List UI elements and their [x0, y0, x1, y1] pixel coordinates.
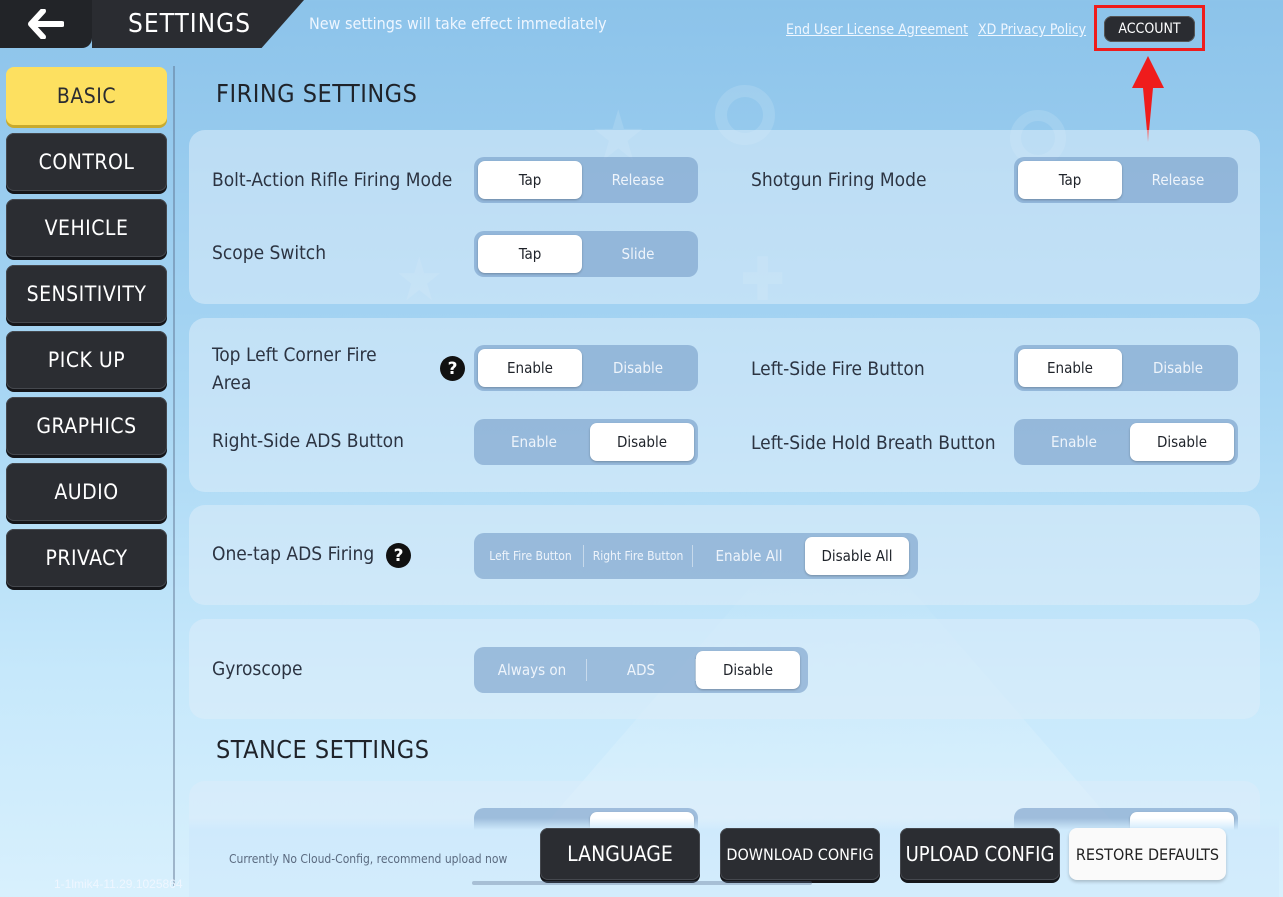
one-tap-ads-label: One-tap ADS Firing [212, 543, 375, 565]
sidebar-item-control[interactable]: CONTROL [6, 133, 167, 191]
right-ads-enable-option[interactable]: Enable [478, 423, 590, 461]
gyroscope-label: Gyroscope [212, 658, 303, 680]
upload-config-button[interactable]: UPLOAD CONFIG [900, 828, 1060, 880]
shotgun-release-option[interactable]: Release [1122, 161, 1234, 199]
left-hold-breath-label: Left-Side Hold Breath Button [751, 432, 996, 454]
sidebar-item-vehicle[interactable]: VEHICLE [6, 199, 167, 257]
bolt-action-label: Bolt-Action Rifle Firing Mode [212, 169, 453, 191]
one-tap-right-fire-option[interactable]: Right Fire Button [584, 537, 692, 575]
left-hold-breath-toggle: Enable Disable [1014, 419, 1238, 465]
back-arrow-icon [28, 9, 64, 39]
top-left-fire-label: Top Left Corner Fire Area [212, 341, 377, 397]
top-left-fire-disable-option[interactable]: Disable [582, 349, 694, 387]
shotgun-tap-option[interactable]: Tap [1018, 161, 1122, 199]
stance-settings-title: STANCE SETTINGS [216, 735, 430, 764]
settings-notice: New settings will take effect immediatel… [309, 14, 607, 33]
gyroscope-selector: Always on ADS Disable [474, 647, 808, 693]
bolt-action-tap-option[interactable]: Tap [478, 161, 582, 199]
download-config-button[interactable]: DOWNLOAD CONFIG [720, 828, 880, 880]
top-left-fire-enable-option[interactable]: Enable [478, 349, 582, 387]
left-fire-enable-option[interactable]: Enable [1018, 349, 1122, 387]
back-button[interactable] [0, 0, 92, 48]
sidebar-item-privacy[interactable]: PRIVACY [6, 529, 167, 587]
eula-link[interactable]: End User License Agreement [786, 22, 968, 38]
privacy-policy-link[interactable]: XD Privacy Policy [978, 22, 1086, 38]
shotgun-label: Shotgun Firing Mode [751, 169, 927, 191]
one-tap-enable-all-option[interactable]: Enable All [693, 537, 805, 575]
firing-settings-title: FIRING SETTINGS [216, 79, 418, 108]
help-icon[interactable]: ? [386, 543, 411, 568]
top-left-fire-label-line2: Area [212, 372, 252, 394]
sidebar-item-graphics[interactable]: GRAPHICS [6, 397, 167, 455]
cloud-config-note: Currently No Cloud-Config, recommend upl… [229, 852, 508, 866]
gyroscope-always-on-option[interactable]: Always on [478, 651, 586, 689]
right-ads-disable-option[interactable]: Disable [590, 423, 694, 461]
restore-defaults-button[interactable]: RESTORE DEFAULTS [1069, 828, 1226, 880]
shotgun-toggle: Tap Release [1014, 157, 1238, 203]
version-text: 1-1lmik4-11.29.1025864 [54, 877, 183, 891]
language-button[interactable]: LANGUAGE [540, 828, 700, 880]
sidebar-item-audio[interactable]: AUDIO [6, 463, 167, 521]
top-left-fire-toggle: Enable Disable [474, 345, 698, 391]
sidebar-item-pick-up[interactable]: PICK UP [6, 331, 167, 389]
one-tap-ads-selector: Left Fire Button Right Fire Button Enabl… [474, 533, 918, 579]
left-hold-breath-enable-option[interactable]: Enable [1018, 423, 1130, 461]
one-tap-disable-all-option[interactable]: Disable All [805, 537, 909, 575]
page-title: SETTINGS [128, 9, 252, 39]
one-tap-left-fire-option[interactable]: Left Fire Button [478, 537, 583, 575]
sidebar-item-basic[interactable]: BASIC [6, 67, 167, 125]
bolt-action-release-option[interactable]: Release [582, 161, 694, 199]
gyroscope-disable-option[interactable]: Disable [696, 651, 800, 689]
left-hold-breath-disable-option[interactable]: Disable [1130, 423, 1234, 461]
gyroscope-ads-option[interactable]: ADS [587, 651, 695, 689]
left-fire-button-label: Left-Side Fire Button [751, 358, 925, 380]
sidebar-divider [173, 66, 175, 886]
right-ads-label: Right-Side ADS Button [212, 430, 404, 452]
scope-switch-slide-option[interactable]: Slide [582, 235, 694, 273]
left-fire-disable-option[interactable]: Disable [1122, 349, 1234, 387]
left-fire-button-toggle: Enable Disable [1014, 345, 1238, 391]
scroll-indicator [472, 881, 812, 885]
page-title-tab: SETTINGS [92, 0, 304, 48]
top-left-fire-label-line1: Top Left Corner Fire [212, 344, 377, 366]
help-icon[interactable]: ? [440, 356, 465, 381]
account-button[interactable]: ACCOUNT [1104, 16, 1195, 42]
scope-switch-toggle: Tap Slide [474, 231, 698, 277]
scope-switch-tap-option[interactable]: Tap [478, 235, 582, 273]
right-ads-toggle: Enable Disable [474, 419, 698, 465]
bolt-action-toggle: Tap Release [474, 157, 698, 203]
account-highlight-box: ACCOUNT [1094, 5, 1205, 51]
scope-switch-label: Scope Switch [212, 242, 327, 264]
sidebar-item-sensitivity[interactable]: SENSITIVITY [6, 265, 167, 323]
